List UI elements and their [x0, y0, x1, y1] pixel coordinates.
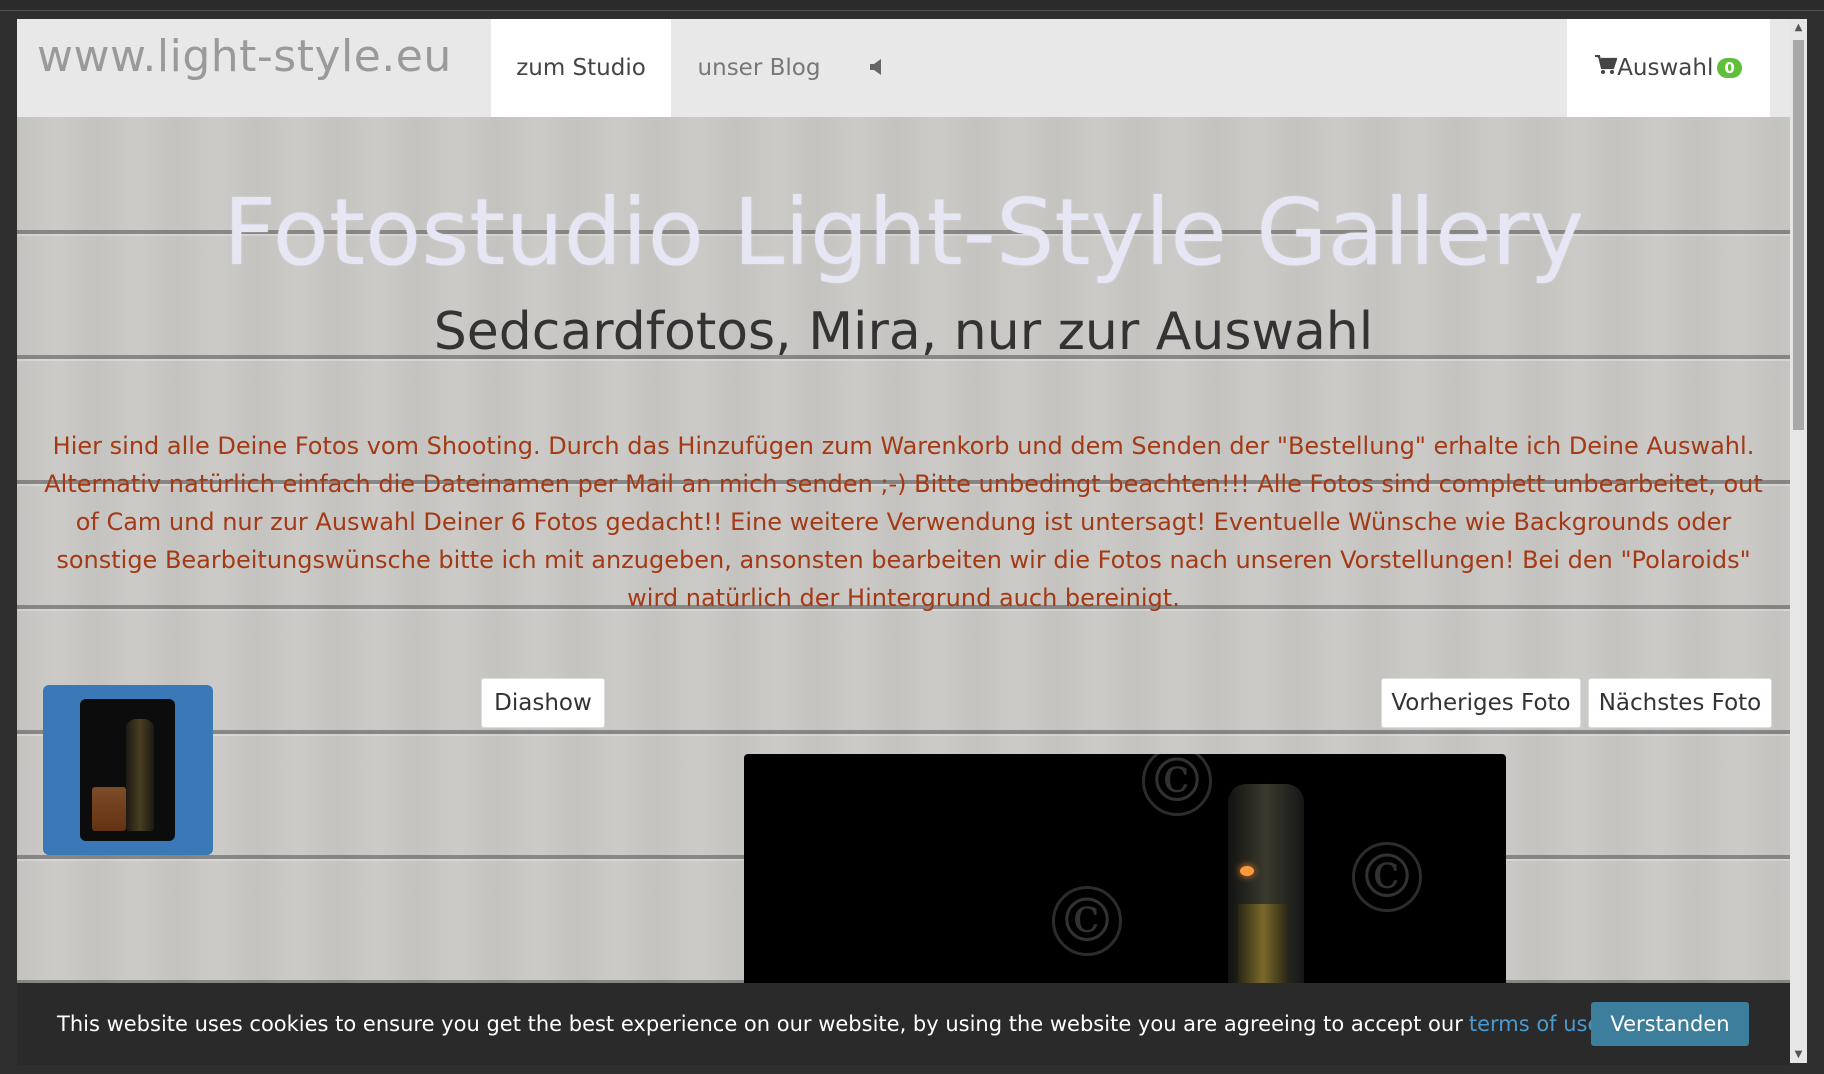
window-top-strip [0, 0, 1824, 11]
navbar: www.light-style.eu zum Studio unser Blog… [17, 19, 1790, 117]
cart-label: Auswahl [1617, 55, 1714, 81]
scroll-down-arrow-icon[interactable]: ▼ [1790, 1046, 1807, 1063]
nav-item-studio[interactable]: zum Studio [491, 19, 671, 117]
page-subtitle: Sedcardfotos, Mira, nur zur Auswahl [433, 302, 1374, 362]
accept-cookies-button[interactable]: Verstanden [1591, 1002, 1749, 1046]
page-viewport: www.light-style.eu zum Studio unser Blog… [17, 19, 1790, 1063]
thumbnail-glass-shape [92, 787, 126, 831]
photo-light-glow [1240, 866, 1254, 876]
nav-item-cart[interactable]: Auswahl 0 [1567, 19, 1770, 117]
thumbnail-image [80, 699, 175, 841]
terms-of-use-link[interactable]: terms of use [1469, 1012, 1601, 1036]
thumbnail-bottle-shape [126, 719, 154, 831]
scroll-up-arrow-icon[interactable]: ▲ [1790, 19, 1807, 36]
cart-count-badge: 0 [1717, 58, 1742, 78]
gallery-description: Hier sind alle Deine Fotos vom Shooting.… [44, 432, 1763, 612]
copyright-watermark: © [1142, 754, 1212, 816]
cookie-message: This website uses cookies to ensure you … [57, 983, 1607, 1065]
cookie-banner: This website uses cookies to ensure you … [17, 983, 1790, 1065]
diashow-button[interactable]: Diashow [481, 678, 605, 728]
scrollbar-thumb[interactable] [1793, 40, 1804, 430]
site-logo[interactable]: www.light-style.eu [37, 31, 452, 82]
copyright-watermark: © [1052, 886, 1122, 956]
page-title: Fotostudio Light-Style Gallery [223, 179, 1584, 286]
nav-item-blog[interactable]: unser Blog [671, 19, 847, 117]
cart-icon [1595, 54, 1618, 81]
copyright-watermark: © [1352, 842, 1422, 912]
next-photo-button[interactable]: Nächstes Foto [1588, 678, 1772, 728]
speaker-icon [870, 55, 884, 81]
previous-photo-button[interactable]: Vorheriges Foto [1381, 678, 1581, 728]
photo-thumbnail[interactable] [43, 685, 213, 855]
nav-item-audio[interactable] [847, 19, 907, 117]
cookie-text: This website uses cookies to ensure you … [57, 1012, 1463, 1036]
